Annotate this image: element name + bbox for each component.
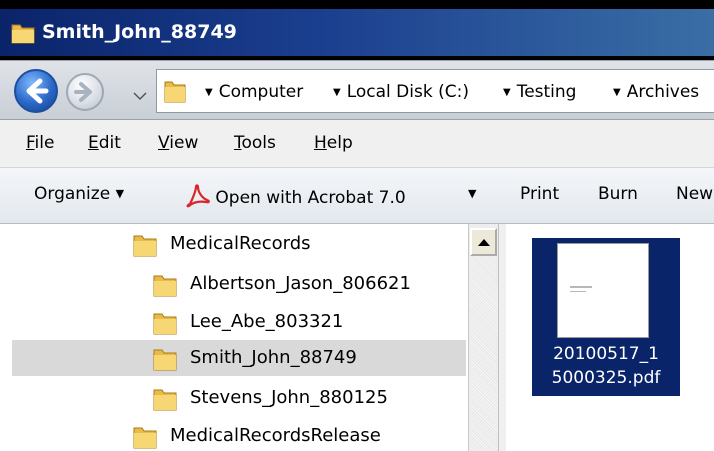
tree-item-lee[interactable]: Lee_Abe_803321	[0, 304, 466, 340]
folder-icon	[152, 386, 178, 417]
organize-button[interactable]: Organize ▼	[34, 184, 124, 204]
tree-item-label: MedicalRecords	[170, 233, 311, 254]
open-with-acrobat-button[interactable]: Open with Acrobat 7.0	[184, 184, 406, 208]
back-button[interactable]	[14, 69, 58, 113]
folder-icon	[163, 78, 187, 109]
back-arrow-icon	[26, 78, 49, 104]
forward-arrow-icon	[74, 82, 92, 102]
scroll-up-button[interactable]	[470, 228, 497, 256]
tree-item-medicalrecords[interactable]: MedicalRecords	[0, 226, 466, 262]
breadcrumb-computer[interactable]: ▼ Computer	[205, 82, 303, 102]
menu-bar: File Edit View Tools Help	[0, 120, 714, 168]
command-bar: Organize ▼ Open with Acrobat 7.0 ▼ Print…	[0, 168, 714, 224]
breadcrumb-archives[interactable]: ▼ Archives	[613, 82, 699, 102]
address-bar[interactable]: ▼ Computer ▼ Local Disk (C:) ▼ Testing ▼ Arc…	[156, 69, 714, 113]
tree-item-label: Lee_Abe_803321	[190, 311, 344, 332]
recent-pages-dropdown[interactable]	[133, 85, 147, 106]
folder-tree: MedicalRecords Albertson_Jason_806621 Le…	[0, 224, 468, 451]
breadcrumb-testing[interactable]: ▼ Testing	[503, 82, 576, 102]
tree-item-label: Albertson_Jason_806621	[190, 273, 411, 294]
folder-icon	[152, 310, 178, 341]
tree-item-label: MedicalRecordsRelease	[170, 425, 381, 446]
tree-scrollbar[interactable]	[468, 224, 498, 451]
tree-item-stevens[interactable]: Stevens_John_880125	[0, 380, 466, 416]
tree-item-label: Smith_John_88749	[190, 347, 357, 368]
title-bar-inner: Smith_John_88749	[0, 9, 714, 56]
folder-icon	[132, 232, 158, 263]
folder-icon	[132, 424, 158, 451]
folder-icon	[152, 346, 178, 377]
window-title: Smith_John_88749	[42, 21, 237, 43]
breadcrumb-local-disk[interactable]: ▼ Local Disk (C:)	[333, 82, 469, 102]
print-button[interactable]: Print	[520, 184, 559, 204]
tree-item-label: Stevens_John_880125	[190, 387, 388, 408]
pane-splitter[interactable]	[498, 224, 506, 451]
tree-item-smith[interactable]: Smith_John_88749	[12, 340, 466, 376]
chevron-down-icon: ▼	[115, 187, 125, 200]
title-bar: Smith_John_88749	[0, 0, 714, 60]
chevron-down-icon	[133, 92, 147, 101]
file-name: 20100517_1 5000325.pdf	[551, 344, 661, 388]
tree-item-medicalrecordsrelease[interactable]: MedicalRecordsRelease	[0, 418, 466, 451]
forward-button[interactable]	[66, 73, 104, 111]
menu-file[interactable]: File	[26, 133, 54, 153]
arrow-up-icon	[477, 239, 490, 246]
menu-edit[interactable]: Edit	[88, 133, 121, 153]
pdf-thumbnail	[557, 243, 649, 338]
folder-icon	[10, 21, 36, 50]
burn-button[interactable]: Burn	[598, 184, 638, 204]
open-with-dropdown[interactable]: ▼	[468, 184, 476, 204]
menu-tools[interactable]: Tools	[234, 133, 276, 153]
menu-help[interactable]: Help	[314, 133, 353, 153]
file-item[interactable]: 20100517_1 5000325.pdf	[532, 238, 680, 396]
chevron-down-icon: ▼	[468, 187, 477, 200]
folder-icon	[152, 272, 178, 303]
tree-item-albertson[interactable]: Albertson_Jason_806621	[0, 266, 466, 302]
file-list: 20100517_1 5000325.pdf	[506, 224, 714, 451]
menu-view[interactable]: View	[158, 133, 198, 153]
acrobat-icon	[186, 184, 210, 208]
new-folder-button[interactable]: New	[676, 184, 713, 204]
navigation-bar: ▼ Computer ▼ Local Disk (C:) ▼ Testing ▼ Arc…	[0, 60, 714, 120]
